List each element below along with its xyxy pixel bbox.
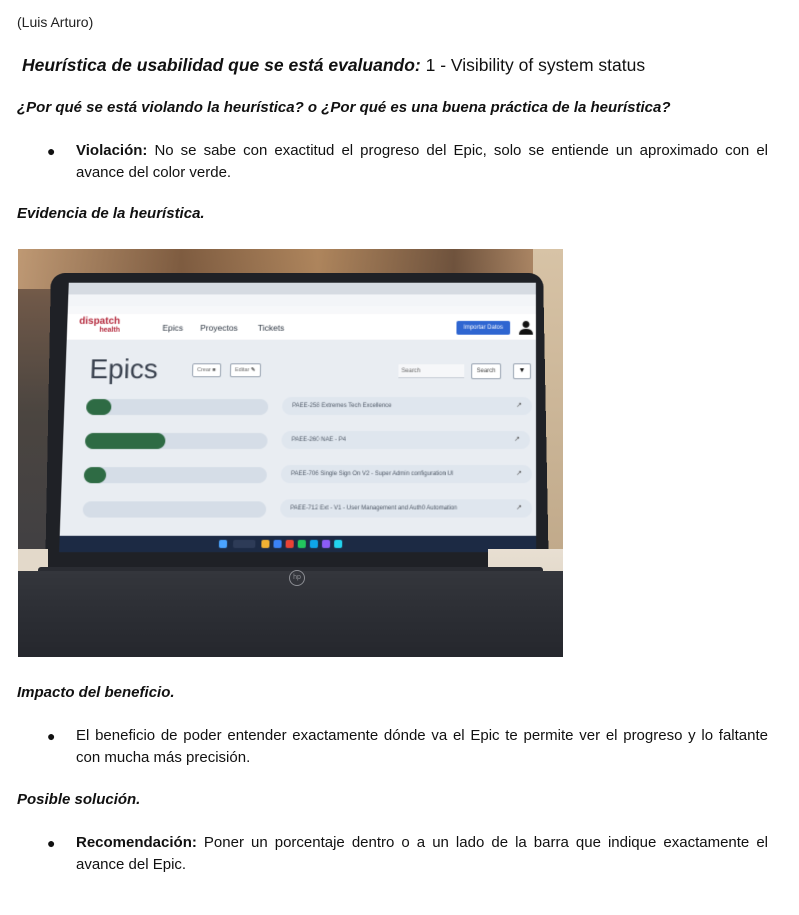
bullet-icon: ● <box>47 725 55 747</box>
edit-button[interactable]: Editar ✎ <box>230 363 261 377</box>
evidence-title: Evidencia de la heurística. <box>17 205 205 222</box>
search-icon[interactable] <box>233 540 255 548</box>
open-arrow-icon[interactable]: ↗ <box>514 431 520 449</box>
bullet-icon: ● <box>47 140 55 162</box>
heuristic-value: 1 - Visibility of system status <box>421 55 645 75</box>
save-icon: ■ <box>212 367 215 373</box>
violation-label: Violación: <box>76 142 147 159</box>
filter-icon[interactable]: ▼ <box>513 363 531 379</box>
violation-body: No se sabe con exactitud el progreso del… <box>76 142 768 181</box>
epic-row[interactable]: PAEE-260 NAE - P4 ↗ <box>281 431 530 449</box>
bullet-icon: ● <box>47 832 55 854</box>
epic-row[interactable]: PAEE-258 Extremes Tech Excellence ↗ <box>282 397 532 415</box>
browser-tab-bar <box>68 283 536 295</box>
author-name: (Luis Arturo) <box>17 14 93 30</box>
open-arrow-icon[interactable]: ↗ <box>516 465 522 483</box>
violation-text: Violación: No se sabe con exactitud el p… <box>76 140 768 184</box>
app-icon[interactable] <box>334 540 342 548</box>
impact-bullet: ● El beneficio de poder entender exactam… <box>47 725 768 769</box>
create-button[interactable]: Crear ■ <box>192 363 221 377</box>
recommendation-bullet: ● Recomendación: Poner un porcentaje den… <box>47 832 768 876</box>
recommendation-label: Recomendación: <box>76 834 197 851</box>
impact-title: Impacto del beneficio. <box>17 684 175 701</box>
heuristic-heading: Heurística de usabilidad que se está eva… <box>22 55 645 76</box>
app-icon[interactable] <box>322 540 330 548</box>
explorer-icon[interactable] <box>261 540 269 548</box>
brand-logo: dispatch health <box>79 317 120 335</box>
epic-progress-bar <box>85 433 268 449</box>
heuristic-question: ¿Por qué se está violando la heurística?… <box>17 99 671 116</box>
laptop-keyboard-deck <box>18 571 563 657</box>
impact-text: El beneficio de poder entender exactamen… <box>76 725 768 769</box>
user-icon[interactable] <box>519 320 533 335</box>
app-icon[interactable] <box>310 540 318 548</box>
edge-icon[interactable] <box>273 540 281 548</box>
epic-row[interactable]: PAEE-706 Single Sign On V2 - Super Admin… <box>281 465 532 483</box>
start-icon[interactable] <box>219 540 227 548</box>
epic-progress-fill <box>84 467 106 483</box>
violation-bullet: ● Violación: No se sabe con exactitud el… <box>47 140 768 184</box>
laptop-screen: dispatch health Epics Proyectos Tickets … <box>59 283 536 552</box>
chrome-icon[interactable] <box>286 540 294 548</box>
nav-tickets[interactable]: Tickets <box>258 323 285 333</box>
epic-progress-bar <box>84 467 267 483</box>
search-input[interactable]: Search <box>398 364 464 378</box>
open-arrow-icon[interactable]: ↗ <box>516 397 522 415</box>
epic-progress-bar <box>86 399 268 415</box>
epic-progress-fill <box>86 399 112 415</box>
page-title: Epics <box>89 353 158 385</box>
recommendation-text: Recomendación: Poner un porcentaje dentr… <box>76 832 768 876</box>
browser-bookmarks-bar <box>68 306 536 314</box>
open-arrow-icon[interactable]: ↗ <box>516 499 522 517</box>
windows-taskbar <box>59 536 536 552</box>
search-button[interactable]: Search <box>471 363 501 379</box>
nav-epics[interactable]: Epics <box>162 323 183 333</box>
import-data-button[interactable]: Importar Datos <box>456 321 510 335</box>
epic-progress-bar <box>83 501 267 517</box>
heuristic-label: Heurística de usabilidad que se está eva… <box>22 55 421 75</box>
app-icon[interactable] <box>298 540 306 548</box>
epic-row[interactable]: PAEE-712 Ext - V1 - User Management and … <box>280 499 532 517</box>
evidence-photo: dispatch health Epics Proyectos Tickets … <box>18 249 563 657</box>
hp-logo-icon: hp <box>289 570 305 586</box>
nav-proyectos[interactable]: Proyectos <box>200 323 238 333</box>
solution-title: Posible solución. <box>17 791 140 808</box>
pencil-icon: ✎ <box>251 367 256 373</box>
epic-progress-fill <box>85 433 166 449</box>
